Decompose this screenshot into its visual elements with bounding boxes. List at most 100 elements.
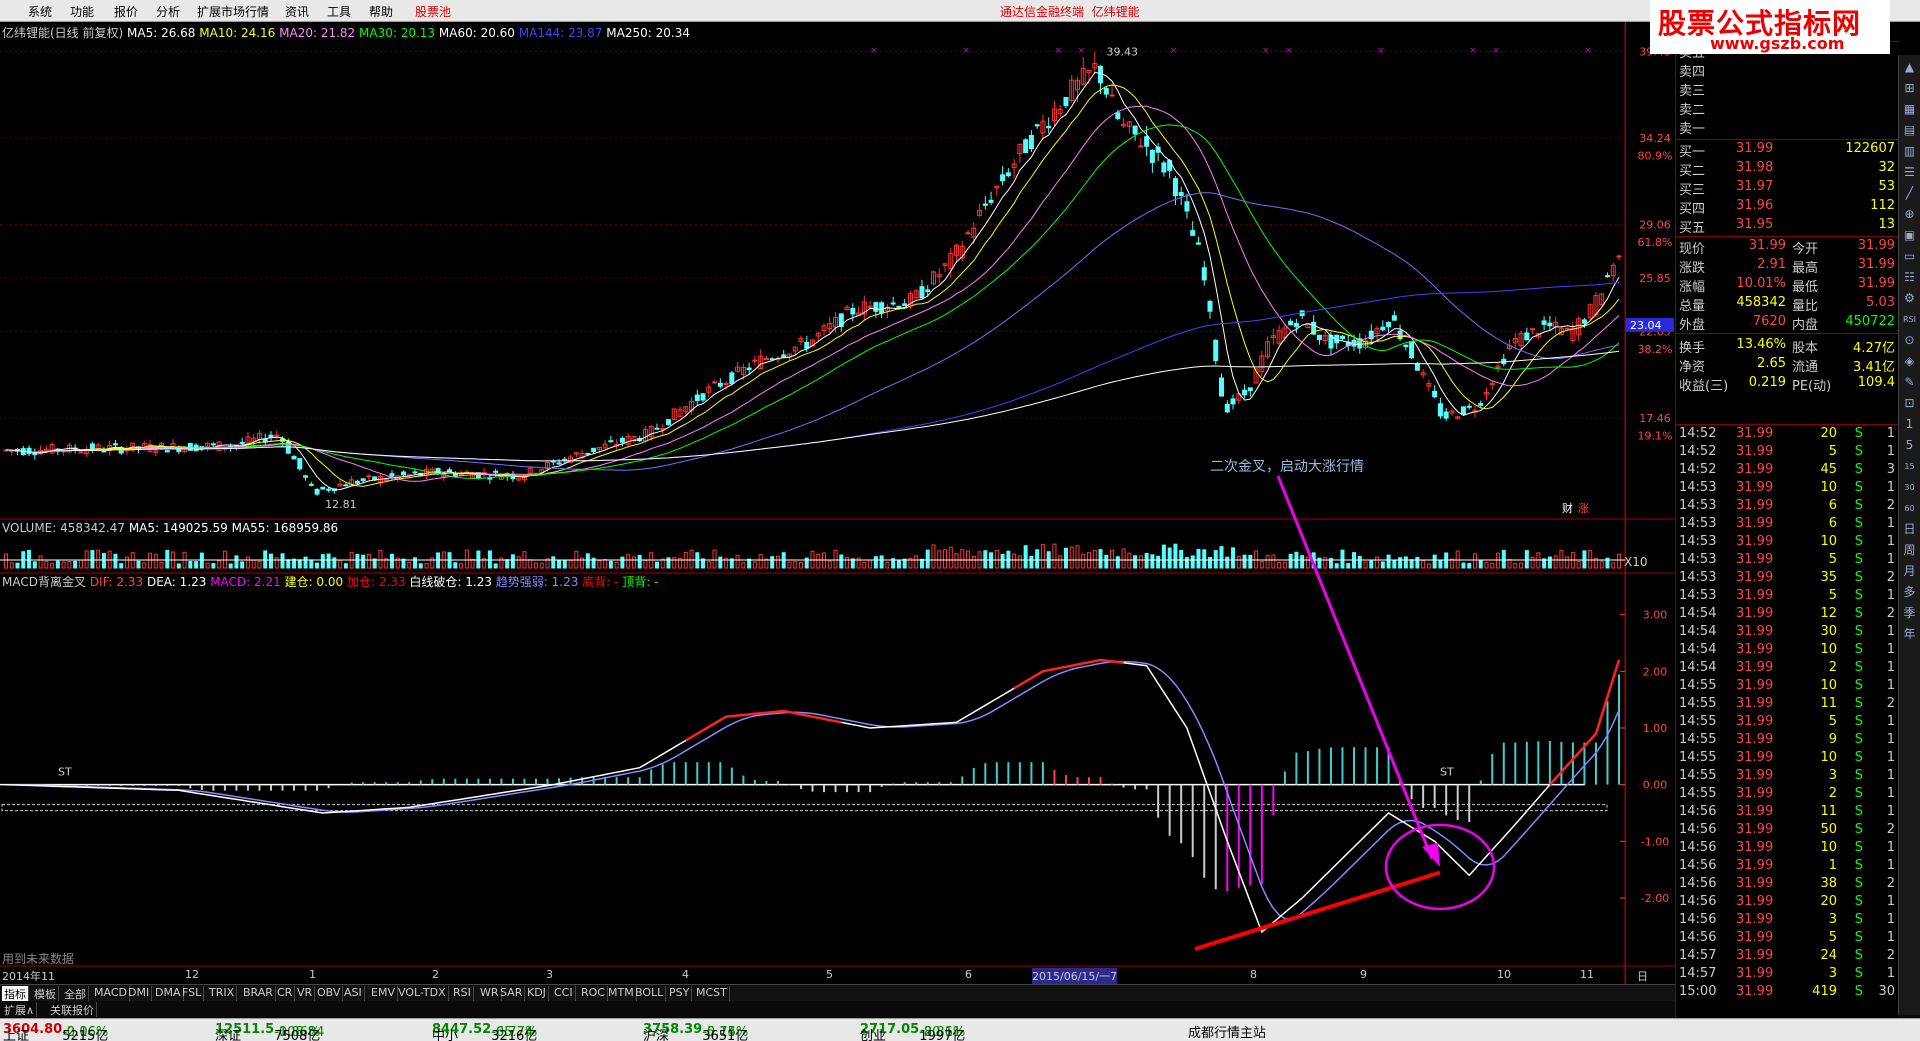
volume-bar bbox=[1075, 545, 1080, 569]
indicator-tab[interactable]: 指标 bbox=[2, 986, 29, 1001]
menu-function[interactable]: 功能 bbox=[70, 3, 94, 20]
toolbar-icon[interactable]: 年 bbox=[1901, 626, 1918, 643]
menu-analysis[interactable]: 分析 bbox=[156, 3, 180, 20]
candle bbox=[804, 341, 810, 349]
volume-bar bbox=[1133, 555, 1138, 569]
sell-level-row[interactable]: 卖一 bbox=[1676, 118, 1899, 137]
toolbar-icon[interactable]: 月 bbox=[1901, 563, 1918, 580]
toolbar-icon[interactable]: 5 bbox=[1901, 437, 1918, 454]
toolbar-icon[interactable]: ⊞ bbox=[1901, 80, 1918, 97]
menu-stock-pool[interactable]: 股票池 bbox=[415, 3, 451, 20]
toolbar-icon[interactable]: ⊕ bbox=[1901, 206, 1918, 223]
toolbar-icon[interactable]: 周 bbox=[1901, 542, 1918, 559]
buy-level-row[interactable]: 买三 31.97 53 bbox=[1676, 179, 1899, 198]
indicator-tab[interactable]: KDJ bbox=[525, 986, 549, 1001]
menu-tools[interactable]: 工具 bbox=[327, 3, 351, 20]
indicator-tab[interactable]: VOL-TDX bbox=[396, 986, 449, 1001]
toolbar-icon[interactable]: ⊡ bbox=[1901, 395, 1918, 412]
candle bbox=[1063, 96, 1069, 107]
toolbar-icon[interactable]: ☷ bbox=[1901, 269, 1918, 286]
sell-level-row[interactable]: 卖二 bbox=[1676, 99, 1899, 118]
toolbar-icon[interactable]: ▤ bbox=[1901, 122, 1918, 139]
server-site[interactable]: 成都行情主站 bbox=[1188, 1022, 1266, 1041]
indicator-tab[interactable]: PSY bbox=[667, 986, 693, 1001]
candle bbox=[665, 419, 671, 426]
menu-system[interactable]: 系统 bbox=[28, 3, 52, 20]
candle bbox=[1564, 327, 1570, 330]
toolbar-icon[interactable]: 季 bbox=[1901, 605, 1918, 622]
sub-tabs: 扩展∧ 关联报价 bbox=[0, 1001, 1675, 1018]
toolbar-icon[interactable]: ▲ bbox=[1901, 59, 1918, 76]
index-sz[interactable]: 深证 12511.5 -108.84 -0.86% 7508亿 bbox=[215, 1022, 324, 1041]
indicator-tab[interactable]: SAR bbox=[498, 986, 526, 1001]
buy-level-row[interactable]: 买四 31.96 112 bbox=[1676, 198, 1899, 217]
volume-bar bbox=[533, 562, 538, 569]
toolbar-icon[interactable]: ▥ bbox=[1901, 143, 1918, 160]
index-sh[interactable]: 上证 3604.80 -2.16 -0.06% 5215亿 bbox=[3, 1022, 108, 1041]
index-cy[interactable]: 创业 2717.05 -80.11 -2.86% 1997亿 bbox=[860, 1022, 965, 1041]
volume-bar bbox=[510, 554, 515, 569]
toolbar-icon[interactable]: 60 bbox=[1901, 500, 1918, 517]
indicator-tab[interactable]: OBV bbox=[315, 986, 344, 1001]
indicator-tab[interactable]: 全部 bbox=[62, 986, 89, 1001]
toolbar-icon[interactable]: ⚙ bbox=[1901, 290, 1918, 307]
candle bbox=[326, 488, 332, 491]
buy-level-row[interactable]: 买一 31.99 122607 bbox=[1676, 141, 1899, 160]
volume-bar bbox=[868, 559, 873, 569]
menu-news[interactable]: 资讯 bbox=[285, 3, 309, 20]
buy-level-row[interactable]: 买五 31.95 13 bbox=[1676, 217, 1899, 236]
macd-axis-label: 0.00 bbox=[1643, 779, 1668, 792]
toolbar-icon[interactable]: ⊙ bbox=[1901, 332, 1918, 349]
toolbar-icon[interactable]: 30 bbox=[1901, 479, 1918, 496]
indicator-tab[interactable]: ROC bbox=[579, 986, 608, 1001]
toolbar-icon[interactable]: ▦ bbox=[1901, 101, 1918, 118]
volume-bar bbox=[487, 550, 492, 569]
indicator-tab[interactable]: ASI bbox=[342, 986, 365, 1001]
toolbar-icon[interactable]: 1 bbox=[1901, 416, 1918, 433]
time-label: 9 bbox=[1360, 968, 1367, 981]
indicator-tab[interactable]: RSI bbox=[451, 986, 474, 1001]
time-cursor-label: 2015/06/15/一7 bbox=[1032, 968, 1118, 984]
index-hs[interactable]: 沪深 3758.39 -5.74 -0.15% 3651亿 bbox=[643, 1022, 748, 1041]
toolbar-icon[interactable]: 日 bbox=[1901, 521, 1918, 538]
st-label: ST bbox=[58, 766, 72, 779]
indicator-tab[interactable]: DMA bbox=[153, 986, 184, 1001]
menu-help[interactable]: 帮助 bbox=[369, 3, 393, 20]
menu-ext-market[interactable]: 扩展市场行情 bbox=[197, 3, 269, 20]
toolbar-icon[interactable]: RSI bbox=[1901, 311, 1918, 328]
indicator-tab[interactable]: CR bbox=[275, 986, 296, 1001]
indicator-tab[interactable]: MCST bbox=[694, 986, 730, 1001]
indicator-tab[interactable]: EMV bbox=[369, 986, 398, 1001]
indicator-tab[interactable]: VR bbox=[295, 986, 316, 1001]
indicator-tab[interactable]: DMI bbox=[126, 986, 153, 1001]
toolbar-icon[interactable]: 多 bbox=[1901, 584, 1918, 601]
toolbar-icon[interactable]: ╱ bbox=[1901, 185, 1918, 202]
time-label: 6 bbox=[965, 968, 972, 981]
volume-bar bbox=[1259, 561, 1264, 569]
buy-level-row[interactable]: 买二 31.98 32 bbox=[1676, 160, 1899, 179]
chart-area[interactable]: 39.4334.2429.0625.8522.6517.4680.9%61.8%… bbox=[0, 22, 1675, 984]
indicator-tab[interactable]: 模板 bbox=[32, 986, 59, 1001]
toolbar-icon[interactable]: ▭ bbox=[1901, 248, 1918, 265]
indicator-tab[interactable]: CCI bbox=[552, 986, 576, 1001]
indicator-tab[interactable]: MACD bbox=[92, 986, 130, 1001]
indicator-tab[interactable]: BOLL bbox=[633, 986, 667, 1001]
toolbar-icon[interactable]: ▣ bbox=[1901, 227, 1918, 244]
expand-tab[interactable]: 扩展∧ bbox=[2, 1002, 38, 1017]
indicator-tab[interactable]: FSL bbox=[180, 986, 205, 1001]
toolbar-icon[interactable]: ☰ bbox=[1901, 164, 1918, 181]
sell-level-row[interactable]: 卖四 bbox=[1676, 61, 1899, 80]
candle bbox=[919, 286, 925, 299]
toolbar-icon[interactable]: ✎ bbox=[1901, 374, 1918, 391]
volume-bar bbox=[1421, 560, 1426, 569]
menu-quote[interactable]: 报价 bbox=[114, 3, 138, 20]
index-zx[interactable]: 中小 8447.52 -65.74 -0.77% 3216亿 bbox=[432, 1022, 537, 1041]
indicator-tab[interactable]: TRIX bbox=[207, 986, 238, 1001]
related-quote-tab[interactable]: 关联报价 bbox=[48, 1002, 97, 1017]
indicator-tab[interactable]: BRAR bbox=[241, 986, 276, 1001]
toolbar-icon[interactable]: 15 bbox=[1901, 458, 1918, 475]
volume-bar bbox=[1426, 563, 1431, 569]
toolbar-icon[interactable]: ◈ bbox=[1901, 353, 1918, 370]
volume-bar bbox=[528, 559, 533, 569]
sell-level-row[interactable]: 卖三 bbox=[1676, 80, 1899, 99]
